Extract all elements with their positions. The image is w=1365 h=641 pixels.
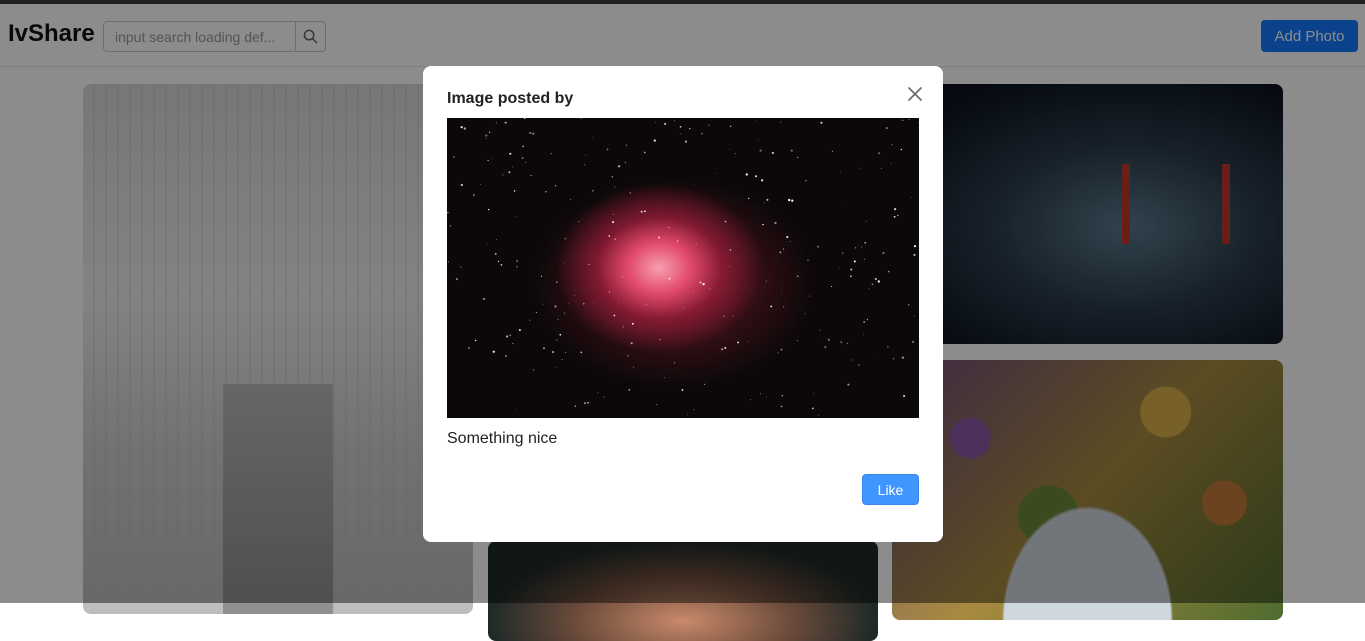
image-modal: Image posted by Something nice Like: [423, 66, 943, 542]
photo-caption: Something nice: [447, 430, 558, 447]
like-button[interactable]: Like: [862, 474, 919, 505]
modal-close-button[interactable]: [905, 84, 925, 104]
nebula-stars: [447, 118, 919, 416]
close-icon: [908, 87, 922, 101]
modal-photo-nebula: [447, 118, 919, 418]
modal-title: Image posted by: [447, 90, 574, 107]
